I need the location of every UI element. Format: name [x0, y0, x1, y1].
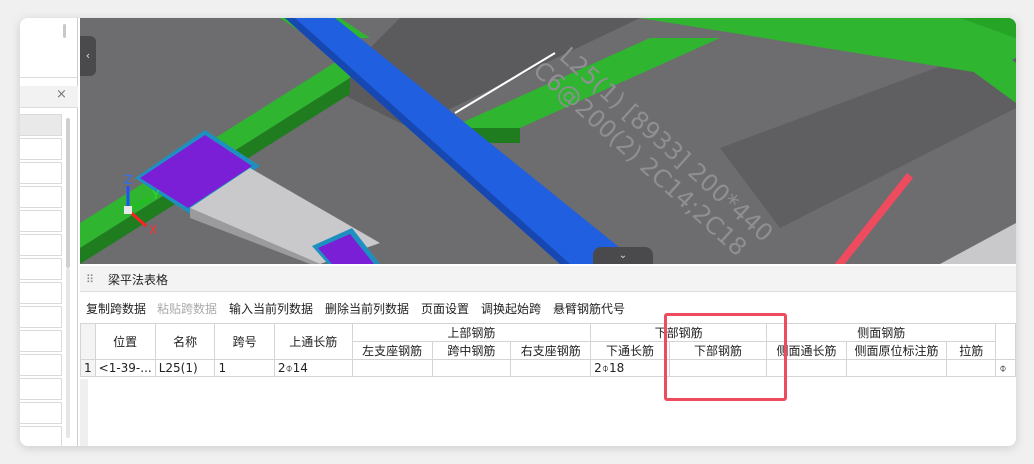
grid-empty-area — [80, 379, 1016, 446]
col-header-mid-span[interactable]: 跨中钢筋 — [431, 341, 512, 360]
input-current-column-button[interactable]: 输入当前列数据 — [229, 300, 313, 317]
left-panel-row[interactable] — [20, 354, 62, 376]
left-side-panel: × — [20, 18, 78, 446]
col-header-top-through[interactable]: 上通长筋 — [273, 323, 353, 360]
paste-span-button[interactable]: 粘贴跨数据 — [157, 300, 217, 317]
chevron-left-icon: ‹ — [85, 49, 91, 62]
highlight-annotation-box — [664, 313, 787, 401]
axis-y-label: Y — [151, 188, 160, 202]
left-panel-row[interactable] — [20, 282, 62, 304]
beam-table-panel: ⠿ 梁平法表格 复制跨数据 粘贴跨数据 输入当前列数据 删除当前列数据 页面设置… — [80, 266, 1016, 446]
cell-mid-span[interactable] — [431, 359, 512, 377]
left-panel-row[interactable] — [20, 162, 62, 184]
cell-position[interactable]: <1-39-... — [94, 359, 156, 377]
drag-handle-icon[interactable]: ⠿ — [86, 273, 94, 286]
left-panel-scrollbar-thumb[interactable] — [66, 118, 70, 268]
cell-tie[interactable] — [946, 359, 997, 377]
swap-start-span-button[interactable]: 调换起始跨 — [481, 300, 541, 317]
cantilever-code-button[interactable]: 悬臂钢筋代号 — [553, 300, 625, 317]
col-header-side-original[interactable]: 侧面原位标注筋 — [845, 341, 948, 360]
left-panel-row[interactable] — [20, 234, 62, 256]
copy-span-button[interactable]: 复制跨数据 — [86, 300, 146, 317]
app-window: × L25(1) [8933] 200*440 C6@200(2) 2C14;2… — [20, 18, 1016, 446]
collapse-bottom-button[interactable]: ⌄ — [593, 247, 653, 264]
collapse-left-button[interactable]: ‹ — [80, 36, 96, 76]
cell-side-original[interactable] — [845, 359, 948, 377]
gray-beam — [940, 223, 1016, 264]
cell-span-no[interactable]: 1 — [214, 359, 275, 377]
group-header-top-rebar: 上部钢筋 — [351, 323, 592, 342]
left-panel-row[interactable] — [20, 258, 62, 280]
col-header-position[interactable]: 位置 — [94, 323, 156, 360]
left-panel-row[interactable] — [20, 402, 62, 424]
beam-model-scene: L25(1) [8933] 200*440 C6@200(2) 2C14;2C1… — [80, 18, 1016, 264]
axis-origin — [124, 206, 132, 214]
left-panel-row[interactable] — [20, 378, 62, 400]
cell-top-through[interactable]: 2⌽14 — [273, 359, 353, 377]
col-header-right-support[interactable]: 右支座钢筋 — [510, 341, 592, 360]
cell-left-support[interactable] — [351, 359, 433, 377]
chevron-down-icon: ⌄ — [618, 250, 628, 261]
grid-scrollbar[interactable] — [80, 379, 88, 446]
cell-right-support[interactable] — [510, 359, 592, 377]
col-header-tie[interactable]: 拉筋 — [946, 341, 997, 360]
row-number[interactable]: 1 — [80, 359, 96, 377]
left-panel-row[interactable] — [20, 306, 62, 328]
delete-current-column-button[interactable]: 删除当前列数据 — [325, 300, 409, 317]
page-setup-button[interactable]: 页面设置 — [421, 300, 469, 317]
left-panel-row[interactable] — [20, 330, 62, 352]
col-header-left-support[interactable]: 左支座钢筋 — [351, 341, 433, 360]
cell-name[interactable]: L25(1) — [154, 359, 216, 377]
left-panel-scrollbar-track[interactable] — [66, 268, 70, 438]
left-panel-row[interactable] — [20, 186, 62, 208]
cell-extra[interactable]: ⌽ — [995, 359, 1016, 377]
left-panel-row[interactable] — [20, 210, 62, 232]
close-icon[interactable]: × — [56, 87, 67, 102]
table-toolbar: 复制跨数据 粘贴跨数据 输入当前列数据 删除当前列数据 页面设置 调换起始跨 悬… — [80, 296, 1016, 320]
group-header-side-rebar: 侧面钢筋 — [766, 323, 997, 342]
beam-data-grid: 位置 名称 跨号 上通长筋 上部钢筋 下部钢筋 侧面钢筋 左支座钢筋 跨中钢筋 … — [80, 323, 1016, 377]
panel-title: 梁平法表格 — [108, 273, 169, 287]
panel-title-bar: ⠿ 梁平法表格 — [80, 266, 1016, 292]
left-panel-scrollbar-top[interactable] — [63, 24, 66, 38]
3d-viewport[interactable]: L25(1) [8933] 200*440 C6@200(2) 2C14;2C1… — [80, 18, 1016, 264]
col-header-name[interactable]: 名称 — [154, 323, 216, 360]
left-panel-row[interactable] — [20, 138, 62, 160]
row-header-corner — [80, 323, 96, 360]
col-header-bottom-through[interactable]: 下通长筋 — [590, 341, 670, 360]
axis-z-label: Z — [124, 173, 132, 187]
col-header-extra — [995, 323, 1016, 360]
col-header-span-no[interactable]: 跨号 — [214, 323, 275, 360]
axis-x-label: X — [149, 223, 157, 237]
left-panel-row[interactable] — [20, 114, 62, 136]
left-panel-header — [20, 86, 78, 108]
cell-bottom-through[interactable]: 2⌽18 — [590, 359, 670, 377]
left-panel-top-area — [20, 18, 78, 78]
left-panel-row[interactable] — [20, 426, 62, 446]
table-row: 1 <1-39-... L25(1) 1 2⌽14 2⌽18 ⌽ — [80, 359, 1016, 377]
